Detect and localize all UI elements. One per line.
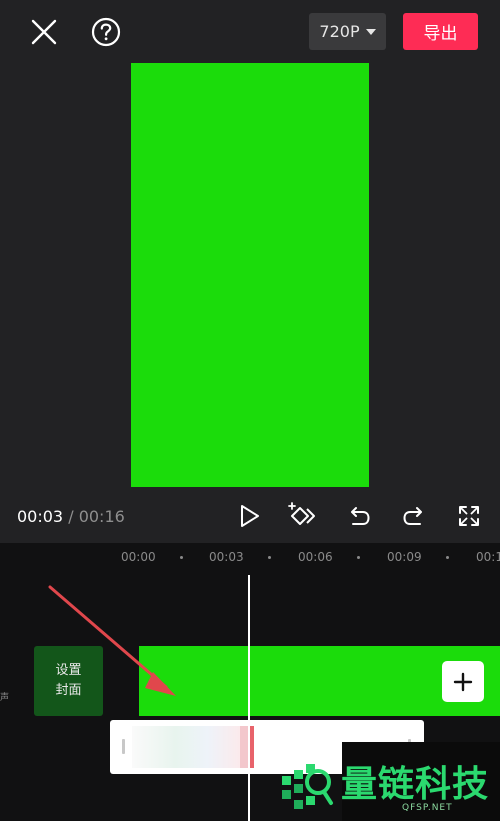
ruler-label: 00:09 [387, 550, 422, 564]
ruler-dot [446, 556, 449, 559]
watermark-domain: QFSP.NET [402, 803, 453, 813]
watermark-brand: 量链科技 [341, 764, 490, 805]
export-button[interactable]: 导出 [403, 13, 478, 50]
ruler-label: 00:00 [121, 550, 156, 564]
audio-waveform [132, 726, 240, 768]
play-icon[interactable] [232, 500, 268, 532]
ruler-dot [180, 556, 183, 559]
ruler-label: 00:06 [298, 550, 333, 564]
resolution-value: 720P [319, 22, 360, 41]
audio-marker [240, 726, 248, 768]
close-icon[interactable] [26, 14, 62, 50]
caret-down-icon [365, 28, 376, 35]
timecode: 00:03 / 00:16 [17, 507, 125, 526]
help-icon[interactable] [88, 14, 124, 50]
ruler-dot [268, 556, 271, 559]
side-track-label: 声 [0, 693, 10, 703]
fullscreen-icon[interactable] [451, 500, 487, 532]
redo-icon[interactable] [396, 500, 432, 532]
add-clip-button[interactable] [442, 661, 484, 702]
total-time: 00:16 [78, 507, 125, 526]
annotation-arrow [48, 585, 176, 696]
current-time: 00:03 [17, 507, 64, 526]
video-preview[interactable] [131, 63, 369, 487]
time-separator: / [68, 507, 74, 526]
keyframe-icon[interactable] [284, 500, 320, 532]
watermark-logo-icon [282, 764, 333, 809]
playhead[interactable] [248, 575, 250, 821]
plus-icon [453, 672, 473, 691]
ruler-dot [357, 556, 360, 559]
resolution-select[interactable]: 720P [309, 13, 386, 50]
ruler-label: 00:1 [476, 550, 500, 564]
ruler-label: 00:03 [209, 550, 244, 564]
left-trim-handle[interactable] [122, 739, 125, 754]
undo-icon[interactable] [341, 500, 377, 532]
